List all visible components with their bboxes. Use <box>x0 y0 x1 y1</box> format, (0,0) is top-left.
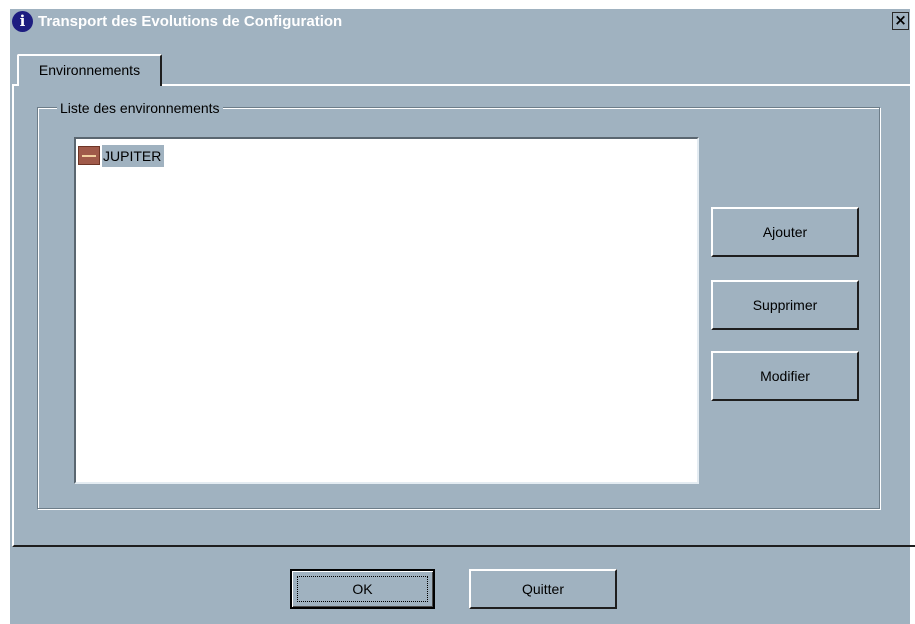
dialog-window: i Transport des Evolutions de Configurat… <box>0 0 915 624</box>
info-icon: i <box>12 11 33 32</box>
groupbox-label: Liste des environnements <box>57 100 223 116</box>
quit-button-label: Quitter <box>521 581 564 597</box>
delete-button[interactable]: Supprimer <box>711 280 859 330</box>
close-button[interactable]: × <box>892 12 909 30</box>
tab-environnements[interactable]: Environnements <box>17 54 162 86</box>
modify-button[interactable]: Modifier <box>711 351 859 401</box>
window-title: Transport des Evolutions de Configuratio… <box>38 13 343 30</box>
ok-button[interactable]: OK <box>290 569 435 609</box>
quit-button[interactable]: Quitter <box>469 569 617 609</box>
add-button[interactable]: Ajouter <box>711 207 859 257</box>
ok-button-label: OK <box>352 581 373 597</box>
list-item-label: JUPITER <box>102 145 165 167</box>
environments-list[interactable]: JUPITER <box>74 137 699 484</box>
environment-icon <box>78 146 100 165</box>
title-bar[interactable]: i Transport des Evolutions de Configurat… <box>10 9 910 35</box>
tab-label: Environnements <box>38 62 141 78</box>
